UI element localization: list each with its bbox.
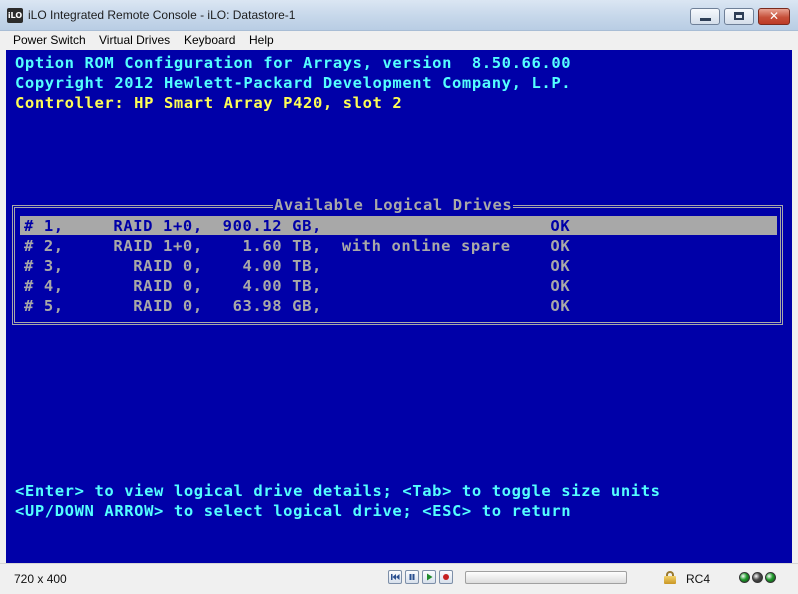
status-indicator-gray-icon [752,572,763,583]
logical-drive-row[interactable]: # 3, RAID 0, 4.00 TB, OK [20,256,777,275]
window-title: iLO Integrated Remote Console - iLO: Dat… [28,8,296,22]
maximize-button[interactable] [724,8,754,25]
resolution-label: 720 x 400 [14,572,67,586]
rom-version-line: Option ROM Configuration for Arrays, ver… [15,54,572,72]
play-icon [427,573,433,581]
play-button[interactable] [422,570,436,584]
logical-drive-row[interactable]: # 4, RAID 0, 4.00 TB, OK [20,276,777,295]
menu-keyboard[interactable]: Keyboard [184,33,235,47]
skip-start-button[interactable] [388,570,402,584]
playback-progress-bar[interactable] [465,571,627,584]
logical-drive-row[interactable]: # 5, RAID 0, 63.98 GB, OK [20,296,777,315]
help-line-enter-tab: <Enter> to view logical drive details; <… [15,482,661,500]
maximize-icon [734,12,744,20]
status-indicator-green-icon [765,572,776,583]
pause-icon [409,574,415,580]
record-button[interactable] [439,570,453,584]
logical-drive-text: # 1, RAID 1+0, 900.12 GB, OK [24,217,571,235]
lock-icon [664,571,676,584]
ilo-app-icon: iLO [7,8,23,23]
logical-drive-text: # 3, RAID 0, 4.00 TB, OK [24,257,571,275]
logical-drive-text: # 5, RAID 0, 63.98 GB, OK [24,297,571,315]
logical-drive-text: # 2, RAID 1+0, 1.60 TB, with online spar… [24,237,571,255]
help-line-arrows-esc: <UP/DOWN ARROW> to select logical drive;… [15,502,572,520]
status-bar: 720 x 400 RC4 [0,563,798,594]
copyright-line: Copyright 2012 Hewlett-Packard Developme… [15,74,572,92]
menu-virtual-drives[interactable]: Virtual Drives [99,33,170,47]
remote-console-screen[interactable]: Option ROM Configuration for Arrays, ver… [6,50,792,563]
status-indicator-green-icon [739,572,750,583]
record-icon [443,574,449,580]
encryption-label: RC4 [686,572,711,586]
menu-help[interactable]: Help [249,33,274,47]
menu-power-switch[interactable]: Power Switch [13,33,86,47]
logical-drive-row[interactable]: # 2, RAID 1+0, 1.60 TB, with online spar… [20,236,777,255]
close-button[interactable]: ✕ [758,8,790,25]
menu-bar: Power Switch Virtual Drives Keyboard Hel… [0,31,798,49]
close-icon: ✕ [768,9,780,23]
controller-line: Controller: HP Smart Array P420, slot 2 [15,94,403,112]
logical-drives-box-title: Available Logical Drives [273,195,514,215]
minimize-icon [700,18,711,21]
title-bar: iLO iLO Integrated Remote Console - iLO:… [0,0,798,31]
minimize-button[interactable] [690,8,720,25]
pause-button[interactable] [405,570,419,584]
skip-start-icon [391,574,400,580]
logical-drive-text: # 4, RAID 0, 4.00 TB, OK [24,277,571,295]
logical-drive-row[interactable]: # 1, RAID 1+0, 900.12 GB, OK [20,216,777,235]
logical-drives-box: Available Logical Drives # 1, RAID 1+0, … [12,195,783,325]
